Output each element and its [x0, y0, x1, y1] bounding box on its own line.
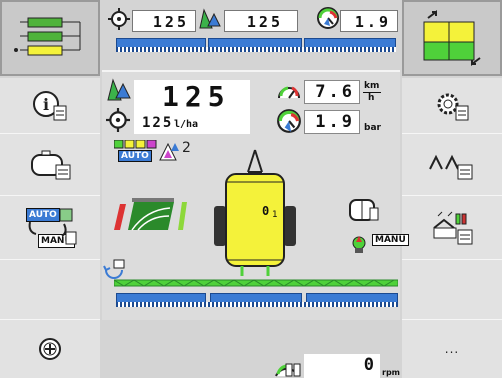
pressure-value-box: 1.9: [304, 110, 360, 134]
auto-manual-toggle-icon: AUTO MANU: [20, 206, 80, 250]
rpm-value-box: 0: [304, 354, 380, 378]
auto-mode-label: AUTO: [118, 150, 152, 162]
top-boom-nozzles: [116, 47, 396, 52]
rate-value: 125: [162, 80, 231, 113]
valve-icon: [349, 199, 379, 221]
section-count: 2: [182, 140, 191, 156]
softkey-section-control[interactable]: [402, 0, 502, 76]
softkey-info[interactable]: i: [0, 78, 100, 134]
softkey-empty-left[interactable]: [0, 260, 100, 320]
speedometer-icon: [278, 86, 300, 99]
section-status-icon: [114, 140, 157, 149]
rate-actual-icon: [199, 8, 221, 29]
sprayer-tank-icon: [214, 149, 296, 276]
softkey-tank[interactable]: [0, 134, 100, 196]
pressure-value: 1.9: [315, 112, 355, 132]
speed-value-box: 7.6: [304, 80, 360, 104]
pto-rpm-icon: [275, 363, 301, 377]
boom-sections-icon: [14, 17, 81, 56]
softkey-add[interactable]: [0, 320, 100, 378]
top-status-bar: 125 125 1.9: [102, 0, 400, 52]
softkey-more[interactable]: ...: [402, 320, 502, 378]
speed-unit-bottom: h: [368, 93, 375, 103]
section-count-icon: [171, 143, 179, 151]
softkey-empty-right[interactable]: [402, 260, 502, 320]
nozzle-config-icon: [433, 211, 473, 244]
softkey-auto-manual[interactable]: AUTO MANU: [0, 196, 100, 260]
manual-mode-label: MANU: [372, 234, 409, 246]
rate-unit: l/ha: [174, 119, 199, 130]
top-rate-actual: 125: [246, 13, 283, 31]
rate-actual-main-icon: [107, 78, 131, 101]
pump-icon: [352, 236, 366, 253]
softkey-nozzle-config[interactable]: [402, 196, 502, 260]
softkey-boom-fold[interactable]: [402, 134, 502, 196]
top-pressure-box: 1.9: [340, 10, 398, 32]
top-pressure: 1.9: [354, 13, 391, 31]
tank-level-label: 0: [262, 204, 270, 218]
top-rate-actual-box: 125: [224, 10, 298, 32]
softkey-section-layout[interactable]: [0, 0, 100, 76]
boom-nozzles: [116, 302, 398, 307]
softkey-settings[interactable]: [402, 78, 502, 134]
rate-setpoint: 125: [142, 115, 174, 131]
speed-value: 7.6: [315, 82, 355, 102]
pressure-gauge-icon: [317, 7, 339, 29]
top-rate-target: 125: [152, 13, 189, 31]
sprayer-machine: 0 1: [210, 148, 300, 278]
top-rate-target-box: 125: [132, 10, 196, 32]
gear-icon: [437, 93, 469, 120]
field-crop-icon: [114, 198, 187, 231]
svg-text:i: i: [43, 95, 49, 114]
more-label: ...: [444, 342, 460, 356]
rate-value-box: 125: [134, 80, 250, 113]
rpm-value: 0: [363, 355, 374, 375]
speed-unit-top: km: [364, 81, 380, 91]
section-control-icon: [423, 10, 481, 66]
tank-level-sub: 1: [272, 210, 278, 220]
rate-setpoint-box: 125 l/ha: [134, 112, 250, 134]
rpm-unit: rpm: [382, 368, 401, 377]
plus-circle-icon: [39, 338, 61, 360]
info-icon: i: [33, 90, 67, 120]
main-boom: [114, 279, 398, 287]
pressure-main-icon: [277, 109, 301, 133]
boom-fold-icon: [429, 154, 473, 179]
target-rate-main-icon: [106, 108, 130, 132]
target-rate-icon: [108, 8, 130, 30]
pressure-unit: bar: [364, 123, 381, 133]
tank-icon: [31, 150, 71, 179]
